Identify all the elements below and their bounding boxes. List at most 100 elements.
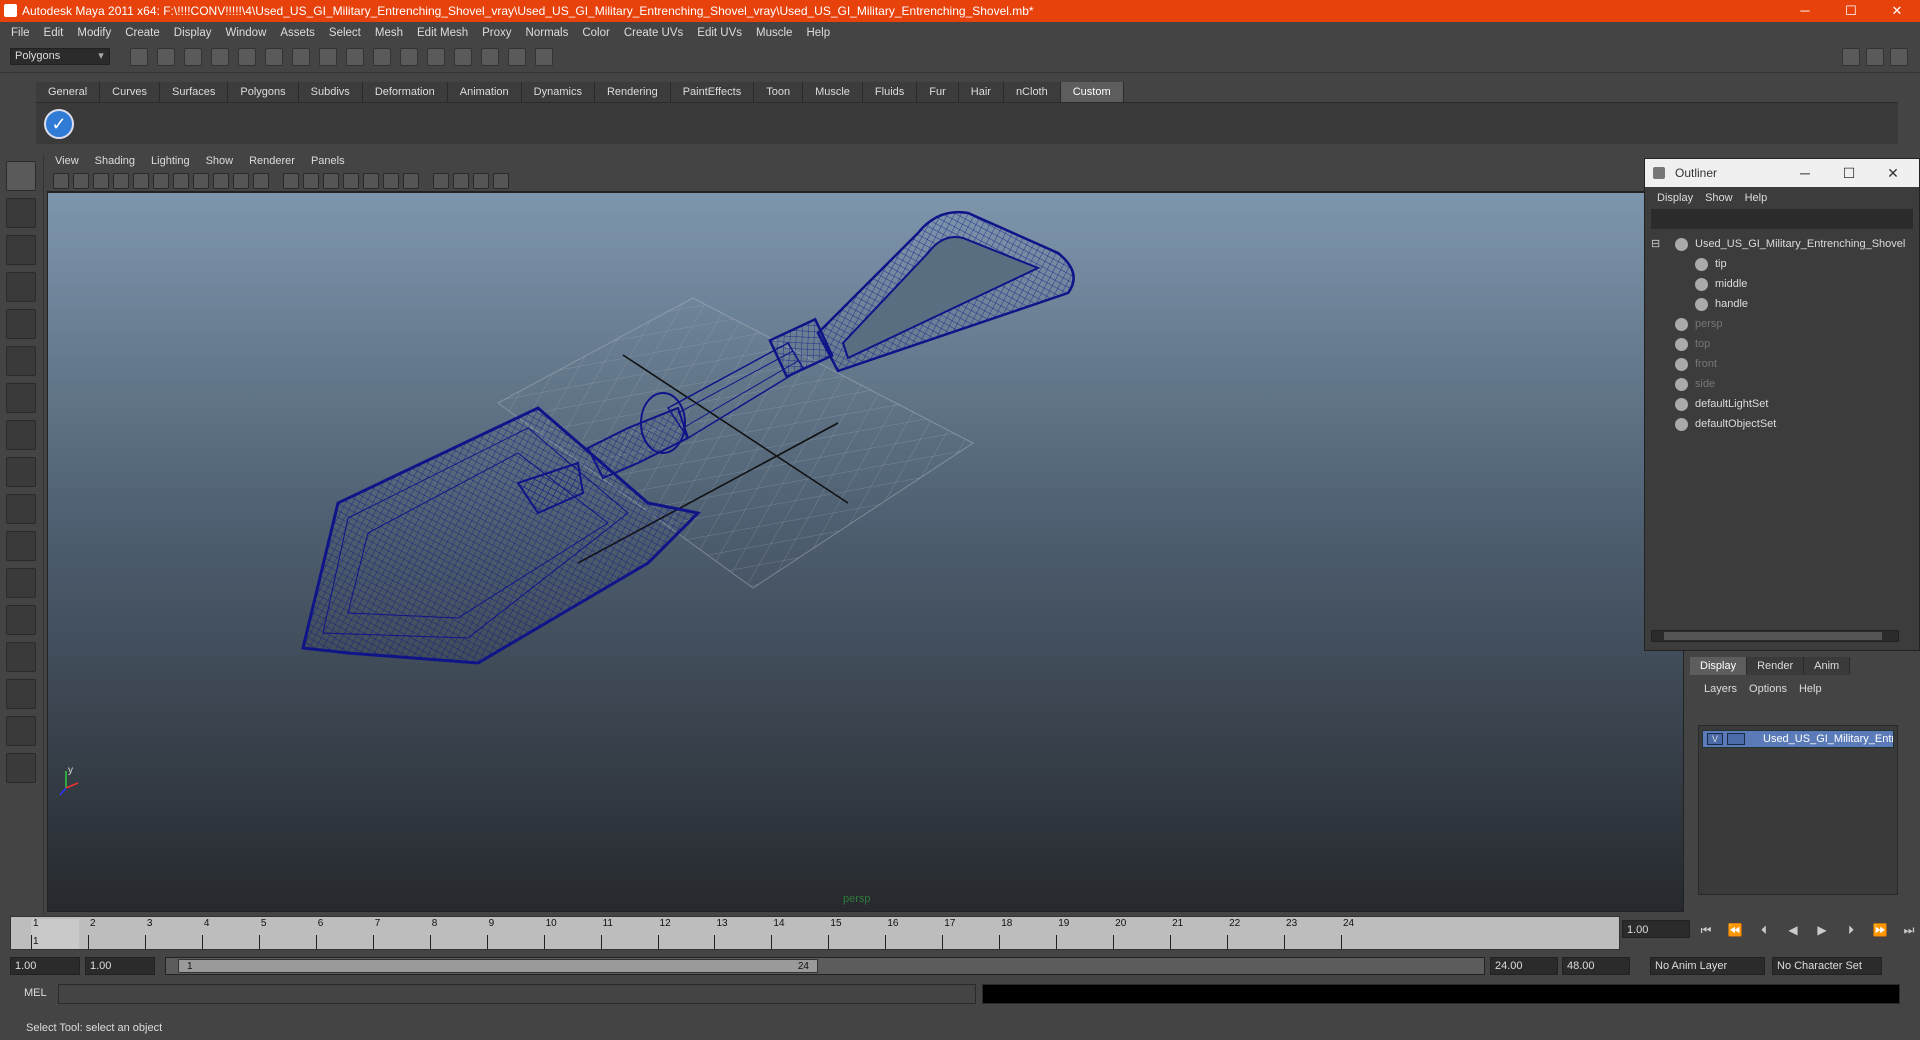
shelf-tab-custom[interactable]: Custom [1060,82,1124,102]
anim-layer-select[interactable]: No Anim Layer [1650,957,1765,975]
shelf-tab-general[interactable]: General [36,82,101,102]
snap-point-icon[interactable] [346,48,364,66]
layer-menu-layers[interactable]: Layers [1698,683,1743,695]
outliner-filter-field[interactable] [1651,209,1913,229]
menu-proxy[interactable]: Proxy [475,27,518,39]
gate-mask-icon[interactable] [193,173,209,189]
mel-input[interactable] [58,984,976,1004]
collapse-icon[interactable]: ⊟ [1651,235,1660,253]
persp-graph-layout-icon[interactable] [6,642,36,672]
textured-icon[interactable] [343,173,359,189]
menu-assets[interactable]: Assets [273,27,322,39]
bookmark-icon[interactable] [93,173,109,189]
ipr-render-icon[interactable] [454,48,472,66]
camera-attributes-icon[interactable] [73,173,89,189]
render-settings-icon[interactable] [481,48,499,66]
step-back-frame-icon[interactable]: ⏴ [1753,920,1775,940]
range-slider[interactable]: 1 24 [165,957,1485,975]
play-backward-icon[interactable]: ◀ [1782,920,1804,940]
persp-outliner-layout-icon[interactable] [6,605,36,635]
snap-grid-icon[interactable] [292,48,310,66]
layer-menu-options[interactable]: Options [1743,683,1793,695]
shelf-tab-toon[interactable]: Toon [754,82,804,102]
outliner-item[interactable]: defaultLightSet [1651,395,1909,413]
menu-muscle[interactable]: Muscle [749,27,799,39]
close-button[interactable]: ✕ [1874,0,1920,22]
playback-end-field[interactable]: 24.00 [1490,957,1558,975]
select-by-component-icon[interactable] [265,48,283,66]
perspective-viewport[interactable]: y persp [47,192,1684,912]
character-set-select[interactable]: No Character Set [1772,957,1882,975]
shelf-tab-polygons[interactable]: Polygons [228,82,299,102]
image-plane-icon[interactable] [113,173,129,189]
save-scene-icon[interactable] [184,48,202,66]
wireframe-icon[interactable] [283,173,299,189]
display-layer-row[interactable]: V Used_US_GI_Military_Entrenching_Shovel [1702,730,1894,748]
playback-start-field[interactable]: 1.00 [85,957,155,975]
current-time-field[interactable]: 1.00 [1622,920,1690,938]
outliner-horizontal-scrollbar[interactable] [1651,630,1899,642]
scrollbar-thumb[interactable] [1664,632,1882,640]
outliner-item[interactable]: front [1651,355,1909,373]
shelf-tab-painteffects[interactable]: PaintEffects [670,82,755,102]
layer-tab-display[interactable]: Display [1690,657,1748,675]
outliner-menu-show[interactable]: Show [1699,192,1739,204]
outliner-maximize-button[interactable]: ☐ [1827,159,1871,187]
menu-display[interactable]: Display [167,27,219,39]
outliner-item[interactable]: side [1651,375,1909,393]
shelf-tab-rendering[interactable]: Rendering [594,82,671,102]
time-slider[interactable]: 1 1 2 3 4 5 6 7 8 9 10 11 12 13 14 15 16 17 18 19 20 21 22 23 2… [10,916,1620,950]
select-tool-icon[interactable] [6,161,36,191]
menu-edit-mesh[interactable]: Edit Mesh [410,27,475,39]
persp-hypershade-layout-icon[interactable] [6,679,36,709]
outliner-close-button[interactable]: ✕ [1871,159,1915,187]
step-forward-frame-icon[interactable]: ⏵ [1840,920,1862,940]
single-perspective-layout-icon[interactable] [6,531,36,561]
menu-window[interactable]: Window [218,27,273,39]
construction-history-icon[interactable] [535,48,553,66]
soft-mod-tool-icon[interactable] [6,420,36,450]
panel-menu-shading[interactable]: Shading [87,155,143,167]
xray-joints-icon[interactable] [473,173,489,189]
outliner-item[interactable]: top [1651,335,1909,353]
xray-icon[interactable] [453,173,469,189]
resolution-gate-icon[interactable] [173,173,189,189]
shelf-tab-muscle[interactable]: Muscle [803,82,863,102]
move-tool-icon[interactable] [6,272,36,302]
film-gate-icon[interactable] [153,173,169,189]
menu-normals[interactable]: Normals [519,27,576,39]
safe-action-icon[interactable] [233,173,249,189]
menu-edit-uvs[interactable]: Edit UVs [690,27,749,39]
shelf-tab-fur[interactable]: Fur [917,82,959,102]
shelf-tab-subdivs[interactable]: Subdivs [298,82,363,102]
mel-label[interactable]: MEL [24,987,47,999]
outliner-item[interactable]: ⊟ Used_US_GI_Military_Entrenching_Shovel [1651,235,1909,253]
grid-toggle-icon[interactable] [133,173,149,189]
outliner-item[interactable]: handle [1651,295,1909,313]
paint-select-tool-icon[interactable] [6,235,36,265]
input-output-icon[interactable] [508,48,526,66]
scale-tool-icon[interactable] [6,346,36,376]
all-lights-icon[interactable] [383,173,399,189]
shelf-tab-dynamics[interactable]: Dynamics [521,82,595,102]
outliner-title-bar[interactable]: Outliner ─ ☐ ✕ [1645,159,1919,187]
high-quality-icon[interactable] [493,173,509,189]
shelf-tab-curves[interactable]: Curves [100,82,160,102]
shelf-tab-animation[interactable]: Animation [447,82,522,102]
go-to-end-icon[interactable]: ⏭ [1898,920,1920,940]
menu-create[interactable]: Create [118,27,167,39]
field-chart-icon[interactable] [213,173,229,189]
tool-settings-icon[interactable] [1890,48,1908,66]
menu-help[interactable]: Help [799,27,837,39]
go-to-start-icon[interactable]: ⏮ [1695,920,1717,940]
layer-template-toggle[interactable] [1727,733,1745,745]
select-by-hierarchy-icon[interactable] [211,48,229,66]
panel-menu-lighting[interactable]: Lighting [143,155,198,167]
channel-box-icon[interactable] [1842,48,1860,66]
outliner-minimize-button[interactable]: ─ [1783,159,1827,187]
play-forward-icon[interactable]: ▶ [1811,920,1833,940]
outliner-item[interactable]: tip [1651,255,1909,273]
new-scene-icon[interactable] [130,48,148,66]
outliner-menu-display[interactable]: Display [1651,192,1699,204]
menu-edit[interactable]: Edit [37,27,71,39]
